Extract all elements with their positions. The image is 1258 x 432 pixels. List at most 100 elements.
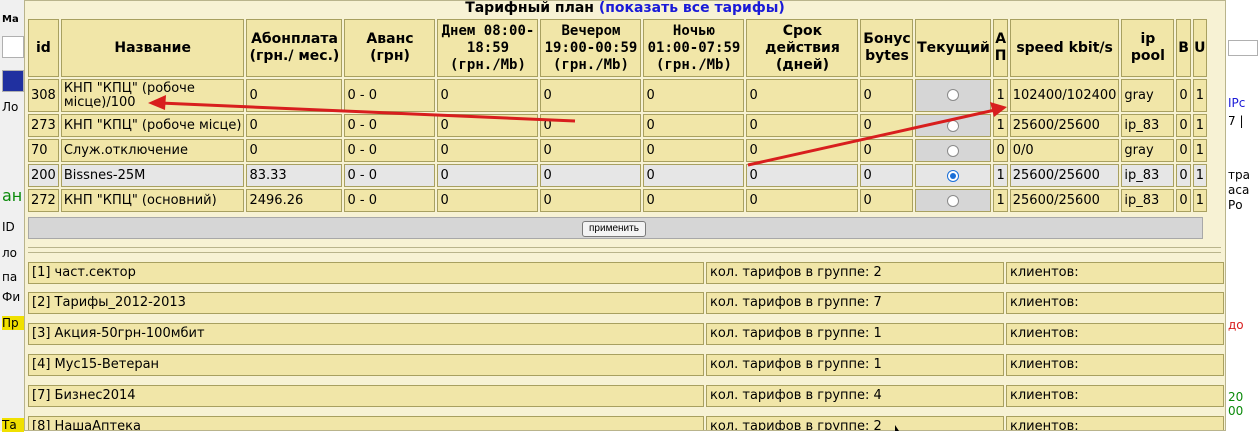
cell-advance: 0 - 0 [344,189,436,212]
group-row[interactable]: [7] Бизнес2014 кол. тарифов в группе: 4 … [28,385,1224,407]
cell-ip-pool: gray [1121,79,1175,112]
cell-current [915,79,992,112]
group-tariff-count: кол. тарифов в группе: 2 [706,416,1004,430]
bg-fragment: Та [2,418,24,432]
cell-night: 0 [643,189,745,212]
current-tariff-radio[interactable] [947,119,960,132]
cell-name: КНП "КПЦ" (робоче місце) [60,114,245,137]
background-page-left: Ma Ло ан ID ло па Фи Пр Та [0,0,25,432]
cell-term: 0 [746,164,859,187]
col-header-current: Текущий [915,19,992,77]
cell-advance: 0 - 0 [344,114,436,137]
background-page-right: IPc 7 | тра аса Ро до 20 00 [1226,0,1258,431]
group-name[interactable]: [2] Тарифы_2012-2013 [28,292,704,314]
col-header-bonus: Бонус bytes [860,19,914,77]
bg-fragment: IPc [1228,96,1246,110]
cell-bonus: 0 [860,164,914,187]
cell-fee: 0 [246,114,343,137]
group-name[interactable]: [4] Мус15-Ветеран [28,354,704,376]
cell-speed: 25600/25600 [1009,114,1120,137]
bg-input-box [1228,40,1258,56]
group-row[interactable]: [8] НашаАптека кол. тарифов в группе: 2 … [28,416,1224,430]
cell-term: 0 [746,189,859,212]
cell-b: 0 [1176,114,1191,137]
cell-current [915,114,992,137]
bg-fragment: Фи [2,290,21,304]
cell-bonus: 0 [860,114,914,137]
tariffs-table: id Название Абонплата (грн./ мес.) Аванс… [26,17,1209,214]
bg-fragment: Ло [2,100,19,114]
cell-id: 70 [28,139,59,162]
group-name[interactable]: [1] част.сектор [28,262,704,284]
bg-icon [2,70,24,92]
cell-evening: 0 [540,114,642,137]
cell-name: КНП "КПЦ" (робоче місце)/100 [60,79,245,112]
bg-fragment: Пр [2,316,24,330]
current-tariff-radio-checked[interactable] [947,169,960,182]
cell-id: 273 [28,114,59,137]
bg-fragment: тра [1228,168,1250,182]
bg-fragment: Ma [2,14,19,25]
cell-u: 1 [1192,189,1207,212]
col-header-ap: А П [993,19,1008,77]
current-tariff-radio[interactable] [947,144,960,157]
cell-advance: 0 - 0 [344,164,436,187]
current-tariff-radio[interactable] [947,194,960,207]
col-header-fee: Абонплата (грн./ мес.) [246,19,343,77]
bg-fragment: Ро [1228,198,1243,212]
col-header-day: Днем 08:00-18:59 (грн./Mb) [437,19,539,77]
cell-ap: 1 [993,189,1008,212]
cell-ap: 0 [993,139,1008,162]
cell-ip-pool: ip_83 [1121,189,1175,212]
divider [28,247,1221,253]
show-all-tariffs-link[interactable]: (показать все тарифы) [599,1,785,16]
cell-evening: 0 [540,79,642,112]
cell-speed: 102400/102400 [1009,79,1120,112]
panel-title: Тарифный план (показать все тарифы) [25,1,1225,17]
apply-bar: применить [28,217,1203,239]
col-header-name: Название [60,19,245,77]
group-name[interactable]: [3] Акция-50грн-100мбит [28,323,704,345]
cell-speed: 25600/25600 [1009,164,1120,187]
cell-fee: 83.33 [246,164,343,187]
group-row[interactable]: [1] част.сектор кол. тарифов в группе: 2… [28,262,1224,284]
cell-day: 0 [437,139,539,162]
group-row[interactable]: [3] Акция-50грн-100мбит кол. тарифов в г… [28,323,1224,345]
col-header-u: U [1192,19,1207,77]
group-tariff-count: кол. тарифов в группе: 7 [706,292,1004,314]
cell-night: 0 [643,164,745,187]
tariff-plan-panel: Тарифный план (показать все тарифы) id Н… [24,0,1226,431]
cell-day: 0 [437,79,539,112]
table-row: 308 КНП "КПЦ" (робоче місце)/100 0 0 - 0… [28,79,1207,112]
current-tariff-radio[interactable] [947,89,960,101]
group-tariff-count: кол. тарифов в группе: 1 [706,354,1004,376]
bg-fragment: ло [2,246,18,260]
cell-evening: 0 [540,189,642,212]
bg-fragment: ID [2,220,15,234]
cell-ip-pool: gray [1121,139,1175,162]
cell-speed: 0/0 [1009,139,1120,162]
cell-current [915,139,992,162]
cell-b: 0 [1176,79,1191,112]
cell-id: 272 [28,189,59,212]
group-row[interactable]: [4] Мус15-Ветеран кол. тарифов в группе:… [28,354,1224,376]
group-name[interactable]: [8] НашаАптека [28,416,704,430]
group-name[interactable]: [7] Бизнес2014 [28,385,704,407]
cell-bonus: 0 [860,139,914,162]
cell-term: 0 [746,139,859,162]
bg-fragment: аса [1228,183,1250,197]
apply-button[interactable]: применить [582,221,646,237]
cell-advance: 0 - 0 [344,79,436,112]
group-row[interactable]: [2] Тарифы_2012-2013 кол. тарифов в груп… [28,292,1224,314]
cell-name: Служ.отключение [60,139,245,162]
group-clients: клиентов: [1006,416,1224,430]
cell-night: 0 [643,139,745,162]
col-header-night: Ночью 01:00-07:59 (грн./Mb) [643,19,745,77]
cell-name: Bissnes-25M [60,164,245,187]
cell-night: 0 [643,79,745,112]
cell-current [915,189,992,212]
cell-u: 1 [1192,164,1207,187]
col-header-b: B [1176,19,1191,77]
cell-term: 0 [746,114,859,137]
col-header-ip-pool: ip pool [1121,19,1175,77]
